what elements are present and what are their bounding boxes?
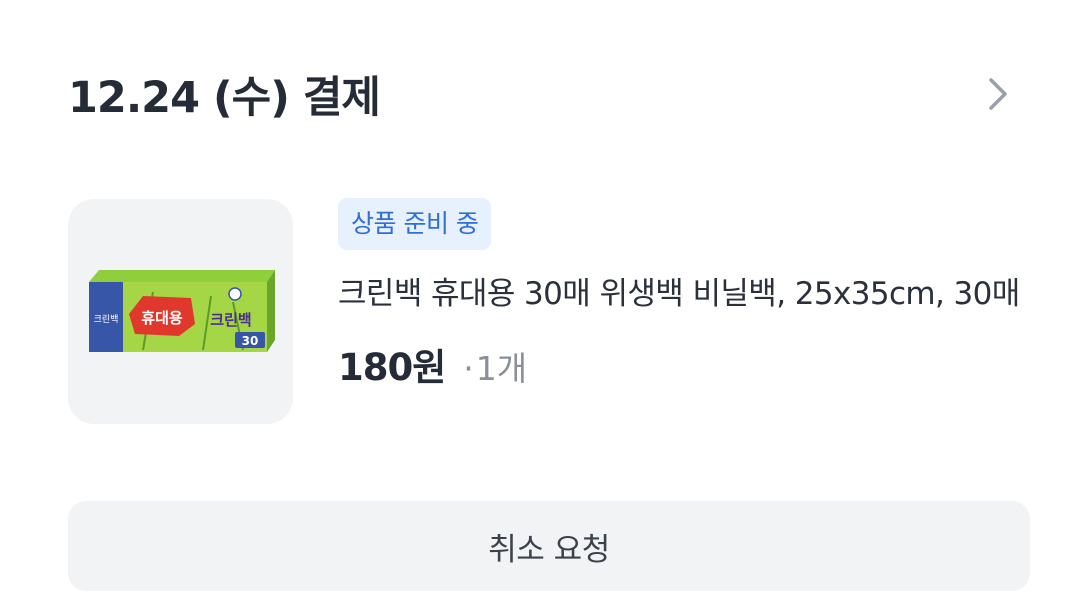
- status-badge: 상품 준비 중: [338, 198, 492, 250]
- cancel-request-button[interactable]: 취소 요청: [68, 501, 1030, 591]
- price-row: 180원 · 1개: [338, 337, 1028, 391]
- image-product-text: 크린백: [210, 311, 251, 329]
- product-price: 180원: [338, 346, 446, 389]
- order-date-title: 12.24 (수) 결제: [68, 73, 381, 123]
- image-count-text: 30: [241, 334, 258, 348]
- product-thumbnail[interactable]: 크린백 휴대용 크린백 30: [68, 199, 293, 424]
- product-image: 크린백 휴대용 크린백 30: [88, 269, 275, 352]
- image-brand-text: 크린백: [93, 314, 118, 325]
- product-quantity: 1개: [475, 349, 528, 388]
- image-label-text: 휴대용: [141, 309, 183, 327]
- product-name[interactable]: 크린백 휴대용 30매 위생백 비닐백, 25x35cm, 30매: [338, 268, 1028, 321]
- separator-dot: ·: [463, 349, 474, 388]
- product-info: 상품 준비 중 크린백 휴대용 30매 위생백 비닐백, 25x35cm, 30…: [338, 198, 1028, 391]
- order-header[interactable]: 12.24 (수) 결제: [68, 58, 1018, 130]
- chevron-right-icon[interactable]: [978, 74, 1018, 114]
